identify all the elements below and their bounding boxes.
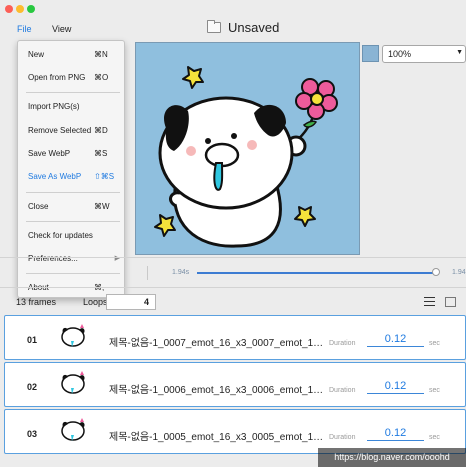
menu-item-save-as-webp[interactable]: Save As WebP ⇧⌘S <box>18 169 124 184</box>
menu-separator <box>26 221 120 222</box>
frame-row[interactable]: 02 제목-없음-1_0006_emot_16_x3_0006_emot_16.… <box>4 362 466 407</box>
menu-item-remove-selected[interactable]: Remove Selected ⌘D <box>18 123 124 138</box>
character-illustration <box>154 66 338 248</box>
file-menu: New ⌘N Open from PNG ⌘O Import PNG(s) Remo… <box>17 40 125 298</box>
duration-label: Duration <box>329 387 356 394</box>
duration-unit: sec <box>429 340 440 347</box>
menu-item-save-webp[interactable]: Save WebP ⌘S <box>18 146 124 161</box>
timeline-slider[interactable] <box>197 272 437 274</box>
timeline-current-time: 1.94s <box>172 269 190 276</box>
divider <box>0 287 466 288</box>
minimize-window-button[interactable] <box>16 5 24 13</box>
chevron-down-icon: ▼ <box>456 49 463 56</box>
frame-row[interactable]: 01 제목-없음-1_0007_emot_16_x3_0007_emot_16.… <box>4 315 466 360</box>
menu-item-import-png[interactable]: Import PNG(s) <box>18 99 124 114</box>
duration-input[interactable]: 0.12 <box>367 427 424 441</box>
frame-number: 01 <box>27 335 38 345</box>
preview-canvas[interactable] <box>135 42 360 255</box>
chevron-right-icon: ▶ <box>114 255 120 262</box>
title-bar: File View Unsaved <box>0 0 466 40</box>
menu-item-close[interactable]: Close ⌘W <box>18 199 124 214</box>
watermark: https://blog.naver.com/ooohd <box>318 448 466 467</box>
divider <box>0 257 466 258</box>
zoom-select[interactable]: 100% ▼ <box>382 45 466 63</box>
frame-filename: 제목-없음-1_0007_emot_16_x3_0007_emot_16.png <box>109 338 327 349</box>
timeline-knob[interactable] <box>432 268 440 276</box>
background-color-swatch[interactable] <box>362 45 379 62</box>
zoom-window-button[interactable] <box>27 5 35 13</box>
frame-thumbnail <box>61 371 85 394</box>
zoom-value: 100% <box>388 49 412 59</box>
frame-thumbnail <box>61 324 85 347</box>
folder-icon <box>207 20 221 33</box>
menu-view[interactable]: View <box>52 24 71 34</box>
duration-unit: sec <box>429 434 440 441</box>
menu-item-new[interactable]: New ⌘N <box>18 47 124 62</box>
duration-input[interactable]: 0.12 <box>367 333 424 347</box>
duration-unit: sec <box>429 387 440 394</box>
duration-label: Duration <box>329 434 356 441</box>
frame-thumbnail <box>61 418 85 441</box>
frame-list: 01 제목-없음-1_0007_emot_16_x3_0007_emot_16.… <box>4 315 466 456</box>
menu-separator <box>26 192 120 193</box>
frame-filename: 제목-없음-1_0006_emot_16_x3_0006_emot_16.png <box>109 385 327 396</box>
loops-label: Loops <box>83 297 108 307</box>
frame-number: 03 <box>27 429 38 439</box>
document-title: Unsaved <box>228 20 280 35</box>
divider <box>147 266 148 280</box>
window-title-group: Unsaved <box>207 20 279 35</box>
frame-filename: 제목-없음-1_0005_emot_16_x3_0005_emot_16.png <box>109 432 327 443</box>
frame-number: 02 <box>27 382 38 392</box>
menu-file[interactable]: File <box>17 24 32 34</box>
frame-count: 13 frames <box>16 297 57 307</box>
menu-item-preferences[interactable]: Preferences... ▶ <box>18 251 124 266</box>
grid-view-icon[interactable] <box>445 297 456 307</box>
menu-separator <box>26 273 120 274</box>
timeline-end-time: 1.94 <box>452 269 466 276</box>
duration-label: Duration <box>329 340 356 347</box>
duration-input[interactable]: 0.12 <box>367 380 424 394</box>
menu-item-open-png[interactable]: Open from PNG ⌘O <box>18 70 124 85</box>
menu-item-check-updates[interactable]: Check for updates <box>18 228 124 243</box>
menu-separator <box>26 92 120 93</box>
loops-input[interactable]: 4 <box>106 294 156 310</box>
close-window-button[interactable] <box>5 5 13 13</box>
list-view-icon[interactable] <box>424 297 435 307</box>
